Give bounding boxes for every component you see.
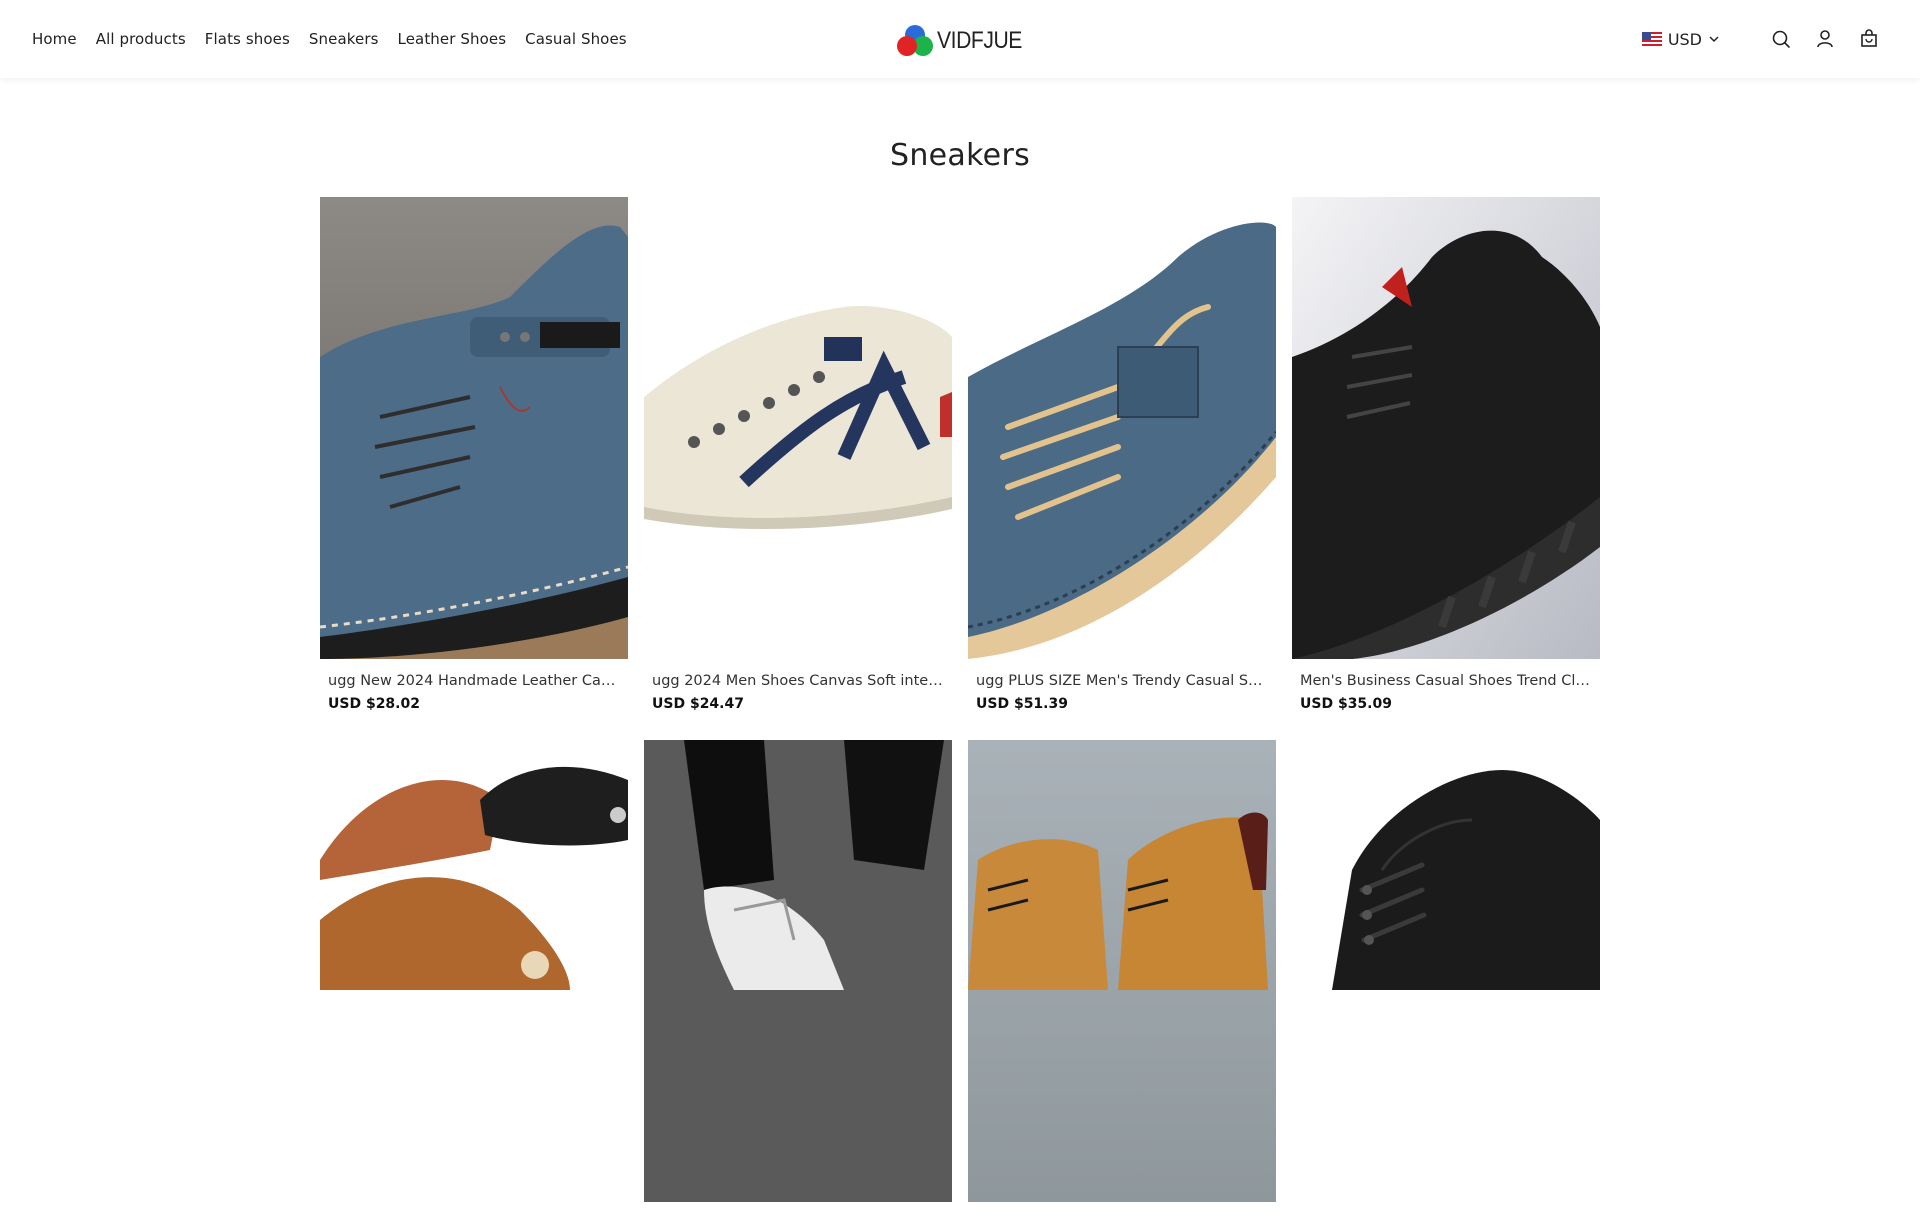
product-image[interactable]	[644, 740, 952, 1202]
nav-sneakers[interactable]: Sneakers	[309, 30, 379, 48]
chevron-down-icon	[1709, 36, 1719, 43]
product-card[interactable]: ugg 2024 Men Shoes Canvas Soft intersect…	[644, 197, 952, 712]
product-price: USD $24.47	[652, 696, 744, 712]
product-image[interactable]	[968, 740, 1276, 1202]
product-card[interactable]: ugg PLUS SIZE Men's Trendy Casual Sneake…	[968, 197, 1276, 712]
nav-all-products[interactable]: All products	[96, 30, 186, 48]
currency-label: USD	[1667, 29, 1702, 49]
search-icon[interactable]	[1770, 28, 1792, 50]
product-title[interactable]: ugg PLUS SIZE Men's Trendy Casual Sneake…	[968, 673, 1268, 689]
nav-leather-shoes[interactable]: Leather Shoes	[398, 30, 507, 48]
header-tools: USD	[1641, 0, 1880, 78]
nav-casual-shoes[interactable]: Casual Shoes	[525, 30, 627, 48]
product-card[interactable]	[320, 740, 628, 1223]
nav-home[interactable]: Home	[32, 30, 77, 48]
product-image[interactable]	[968, 197, 1276, 659]
product-image[interactable]	[644, 197, 952, 659]
product-card[interactable]	[644, 740, 952, 1223]
cart-icon[interactable]	[1858, 28, 1880, 50]
currency-selector[interactable]: USD	[1641, 29, 1720, 49]
product-image[interactable]	[320, 197, 628, 659]
product-card[interactable]	[968, 740, 1276, 1223]
product-image[interactable]	[1292, 197, 1600, 659]
nav-flats-shoes[interactable]: Flats shoes	[205, 30, 290, 48]
us-flag-icon	[1641, 32, 1662, 46]
site-header: Home All products Flats shoes Sneakers L…	[0, 0, 1920, 78]
logo-mark	[897, 24, 933, 58]
product-card[interactable]	[1292, 740, 1600, 1223]
product-image[interactable]	[320, 740, 628, 1202]
product-price: USD $35.09	[1300, 696, 1392, 712]
main-nav: Home All products Flats shoes Sneakers L…	[0, 30, 646, 48]
product-image[interactable]	[1292, 740, 1600, 1202]
product-card[interactable]: ugg New 2024 Handmade Leather Casual Sho…	[320, 197, 628, 712]
product-card[interactable]: Men's Business Casual Shoes Trend Classi…	[1292, 197, 1600, 712]
product-price: USD $28.02	[328, 696, 420, 712]
product-title[interactable]: Men's Business Casual Shoes Trend Classi…	[1292, 673, 1592, 689]
logo-text: VIDFJUE	[937, 27, 1022, 54]
site-logo[interactable]: VIDFJUE	[897, 24, 1034, 58]
account-icon[interactable]	[1814, 28, 1836, 50]
page-title: Sneakers	[889, 138, 1031, 173]
product-title[interactable]: ugg New 2024 Handmade Leather Casual Sho…	[320, 673, 620, 689]
product-title[interactable]: ugg 2024 Men Shoes Canvas Soft intersect…	[644, 673, 944, 689]
product-price: USD $51.39	[976, 696, 1068, 712]
